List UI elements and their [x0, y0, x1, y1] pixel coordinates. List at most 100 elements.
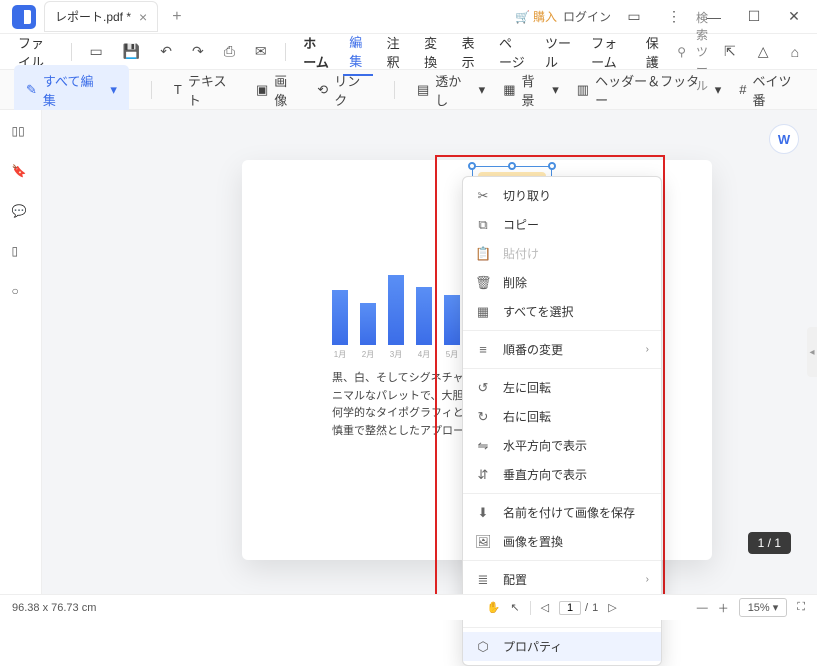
zoom-select[interactable]: 15% ▾ — [739, 598, 788, 617]
replace-image-icon: 🖼 — [475, 534, 491, 550]
image-icon: ▣ — [256, 82, 268, 98]
undo-icon[interactable]: ↶ — [154, 39, 178, 64]
flip-v-icon: ⇵ — [475, 467, 491, 483]
ctx-align[interactable]: ≣配置› — [463, 565, 661, 594]
tool-image[interactable]: ▣画像 — [256, 71, 299, 109]
email-icon[interactable]: ✉ — [249, 39, 273, 64]
edit-toolbar: ✎ すべて編集 ▾ Tテキスト ▣画像 ⟲リンク ▤透かし▾ ▦背景▾ ▥ヘッダ… — [0, 70, 817, 110]
rotate-left-icon: ↺ — [475, 380, 491, 396]
help-icon[interactable]: ⌂ — [785, 40, 805, 64]
cut-icon: ✂ — [475, 188, 491, 204]
word-export-button[interactable]: W — [769, 124, 799, 154]
context-menu: ✂切り取り ⧉コピー 📋貼付け 🗑削除 ▦すべてを選択 ≡順番の変更› ↺左に回… — [462, 176, 662, 666]
thumbnails-icon[interactable]: ▯▯ — [12, 124, 30, 142]
tool-header-footer[interactable]: ▥ヘッダー＆フッター▾ — [577, 71, 722, 109]
menu-home[interactable]: ホーム — [297, 29, 335, 75]
print-icon[interactable]: ⎙ — [218, 39, 241, 64]
expand-right[interactable]: ◂ — [807, 327, 817, 377]
fit-page-icon[interactable]: ⛶ — [797, 601, 805, 614]
ctx-flip-h[interactable]: ⇋水平方向で表示 — [463, 431, 661, 460]
next-page-icon[interactable]: ▷ — [608, 601, 616, 614]
resize-handle-ne[interactable] — [548, 162, 556, 170]
ctx-copy[interactable]: ⧉コピー — [463, 210, 661, 239]
menu-tool[interactable]: ツール — [539, 29, 577, 75]
flip-h-icon: ⇋ — [475, 438, 491, 454]
header-footer-icon: ▥ — [577, 82, 589, 98]
rotate-right-icon: ↻ — [475, 409, 491, 425]
ctx-cut[interactable]: ✂切り取り — [463, 181, 661, 210]
open-icon[interactable]: ▭ — [84, 39, 109, 64]
new-tab-button[interactable]: + — [164, 4, 189, 30]
ctx-flip-v[interactable]: ⇵垂直方向で表示 — [463, 460, 661, 489]
menu-form[interactable]: フォーム — [585, 29, 632, 75]
tool-link[interactable]: ⟲リンク — [317, 71, 372, 109]
menu-edit[interactable]: 編集 — [343, 28, 372, 76]
align-icon: ≣ — [475, 572, 491, 588]
bar-label: 2月 — [360, 349, 376, 360]
document-tab[interactable]: レポート.pdf * × — [44, 1, 158, 32]
menu-view[interactable]: 表示 — [456, 29, 485, 75]
page-total: 1 — [592, 602, 598, 614]
comment-icon[interactable]: 💬 — [12, 204, 30, 222]
menu-convert[interactable]: 変換 — [418, 29, 447, 75]
canvas[interactable]: W 1月2月3月4月5月6月7月 黒、白、そしてシグネチャーカラーである。 ニマ… — [42, 110, 817, 594]
tool-background[interactable]: ▦背景▾ — [503, 71, 559, 109]
app-icon — [12, 5, 36, 29]
statusbar: 96.38 x 76.73 cm ✋ ↖ ◁ / 1 ▷ — ＋ 15% ▾ ⛶ — [0, 594, 817, 620]
select-all-icon: ▦ — [475, 304, 491, 320]
cart-icon: 🛒 — [515, 10, 530, 24]
page-indicator: 1 / 1 — [748, 532, 791, 554]
edit-all-button[interactable]: ✎ すべて編集 ▾ — [14, 65, 129, 115]
select-tool-icon[interactable]: ↖ — [510, 601, 519, 614]
bar — [444, 295, 460, 345]
bar-label: 3月 — [388, 349, 404, 360]
resize-handle-nw[interactable] — [468, 162, 476, 170]
menu-page[interactable]: ページ — [493, 29, 531, 75]
watermark-icon: ▤ — [417, 82, 429, 98]
order-icon: ≡ — [475, 342, 491, 357]
bar-label: 5月 — [444, 349, 460, 360]
bates-icon: # — [739, 82, 746, 97]
bookmark-icon[interactable]: 🔖 — [12, 164, 30, 182]
buy-link[interactable]: 🛒 購入 — [515, 8, 557, 25]
zoom-in-icon[interactable]: ＋ — [718, 600, 729, 616]
prev-page-icon[interactable]: ◁ — [541, 601, 549, 614]
redo-icon[interactable]: ↷ — [186, 39, 210, 64]
chevron-down-icon: ▾ — [110, 82, 117, 98]
copy-icon: ⧉ — [475, 217, 491, 233]
ctx-rotate-left[interactable]: ↺左に回転 — [463, 373, 661, 402]
bar-label: 4月 — [416, 349, 432, 360]
ctx-properties[interactable]: ⬡プロパティ — [463, 632, 661, 661]
zoom-out-icon[interactable]: — — [697, 602, 708, 614]
hand-tool-icon[interactable]: ✋ — [487, 601, 501, 614]
menu-annotate[interactable]: 注釈 — [381, 29, 410, 75]
tool-text[interactable]: Tテキスト — [174, 71, 238, 109]
page-current-input[interactable] — [559, 601, 581, 615]
close-tab-icon[interactable]: × — [139, 9, 147, 25]
ctx-delete[interactable]: 🗑削除 — [463, 268, 661, 297]
tool-watermark[interactable]: ▤透かし▾ — [417, 71, 485, 109]
chevron-down-icon: ▾ — [552, 82, 559, 98]
cloud-icon[interactable]: △ — [752, 39, 775, 64]
bar — [388, 275, 404, 345]
ctx-select-all[interactable]: ▦すべてを選択 — [463, 297, 661, 326]
search-icon[interactable]: ⚲ — [677, 45, 686, 59]
bar — [416, 287, 432, 345]
attachment-icon[interactable]: ▯ — [12, 244, 30, 262]
notification-icon[interactable]: ▭ — [617, 3, 651, 31]
resize-handle-n[interactable] — [508, 162, 516, 170]
bar — [360, 303, 376, 345]
tool-bates[interactable]: #ベイツ番 — [739, 71, 803, 109]
background-icon: ▦ — [503, 82, 515, 98]
share-icon[interactable]: ⇱ — [718, 39, 742, 64]
left-sidebar: ▯▯ 🔖 💬 ▯ ○ — [0, 110, 42, 594]
search-panel-icon[interactable]: ○ — [12, 284, 30, 302]
menu-protect[interactable]: 保護 — [640, 29, 669, 75]
login-link[interactable]: ログイン — [563, 8, 611, 25]
ctx-save-image[interactable]: ⬇名前を付けて画像を保存 — [463, 498, 661, 527]
page-number-box[interactable]: / 1 — [559, 601, 598, 615]
ctx-replace-image[interactable]: 🖼画像を置換 — [463, 527, 661, 556]
save-icon[interactable]: 💾 — [117, 39, 146, 64]
ctx-rotate-right[interactable]: ↻右に回転 — [463, 402, 661, 431]
ctx-order[interactable]: ≡順番の変更› — [463, 335, 661, 364]
